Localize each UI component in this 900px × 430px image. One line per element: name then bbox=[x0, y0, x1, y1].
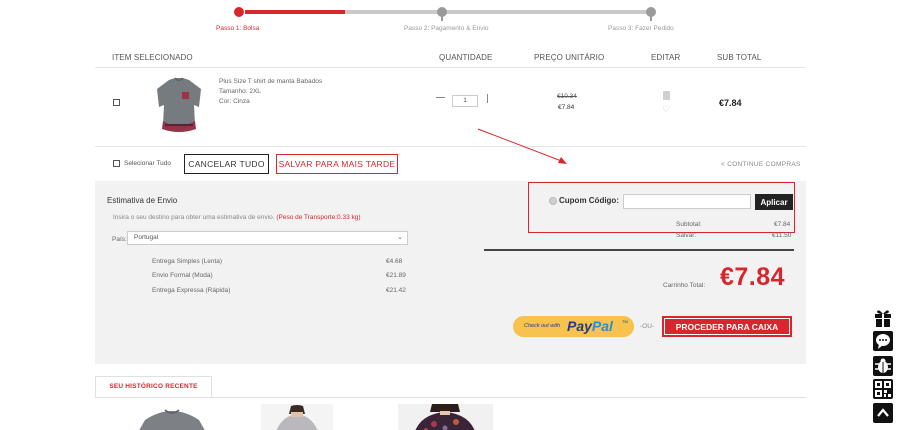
history-product-image[interactable] bbox=[261, 404, 333, 430]
header-item: ITEM SELECIONADO bbox=[112, 53, 193, 62]
tab-recent-history[interactable]: SEU HISTÓRICO RECENTE bbox=[95, 376, 212, 398]
history-product-image[interactable] bbox=[398, 404, 493, 430]
product-color: Cor: Cinza bbox=[219, 98, 250, 105]
product-image[interactable] bbox=[155, 77, 203, 133]
step-1-label: Passo 1: Bolsa bbox=[216, 25, 260, 32]
shipping-weight: (Peso de Transporte:0.33 kg) bbox=[276, 214, 361, 221]
price-original: €10.34 bbox=[557, 93, 577, 100]
gift-icon-glyph bbox=[875, 310, 891, 327]
step-1-marker bbox=[234, 7, 244, 17]
progress-bar-remaining bbox=[345, 10, 651, 14]
paypal-tm: TM bbox=[622, 319, 628, 324]
coupon-label: Cupom Código: bbox=[559, 196, 619, 205]
shipping-option-price: €4.68 bbox=[386, 258, 403, 265]
chevron-down-icon: ⌄ bbox=[397, 234, 403, 241]
product-size: Tamanho: 2XL bbox=[219, 88, 261, 95]
select-all-checkbox[interactable] bbox=[113, 160, 120, 167]
coupon-input[interactable] bbox=[623, 194, 751, 209]
select-all-label[interactable]: Selecionar Tudo bbox=[124, 160, 171, 167]
chat-icon[interactable] bbox=[873, 331, 893, 351]
bug-icon-glyph bbox=[875, 358, 891, 373]
chat-icon-glyph bbox=[876, 334, 890, 349]
shipping-option-price: €21.42 bbox=[386, 287, 406, 294]
product-name[interactable]: Plus Size T shirt de manta Babados bbox=[219, 77, 322, 87]
summary-divider bbox=[484, 249, 794, 251]
paypal-brand-b: Pal bbox=[591, 318, 613, 334]
history-divider bbox=[95, 397, 806, 398]
price-current: €7.84 bbox=[558, 104, 575, 111]
subtotal-label: Subtotal: bbox=[676, 221, 702, 228]
cart-total-label: Carrinho Total: bbox=[663, 282, 706, 289]
coupon-radio[interactable] bbox=[549, 197, 557, 205]
heart-icon[interactable]: ♡ bbox=[662, 105, 670, 114]
paypal-small-text: Check out with bbox=[524, 323, 561, 329]
quantity-minus-button[interactable] bbox=[436, 97, 445, 98]
step-2-label: Passo 2: Pagamento & Envio bbox=[404, 25, 489, 32]
saved-value: €11.50 bbox=[772, 232, 792, 239]
arrow-up-icon-glyph bbox=[877, 408, 889, 417]
progress-bar-filled bbox=[245, 10, 345, 14]
bug-icon[interactable] bbox=[873, 356, 893, 376]
qr-code-icon[interactable] bbox=[873, 379, 893, 399]
paypal-logo: PayPal bbox=[567, 318, 613, 334]
header-edit: EDITAR bbox=[651, 53, 681, 62]
step-3-label: Passo 3: Fazer Pedido bbox=[608, 25, 674, 32]
step-2-pin bbox=[441, 15, 443, 21]
quantity-input[interactable]: 1 bbox=[452, 95, 478, 107]
header-quantity: QUANTIDADE bbox=[439, 53, 493, 62]
apply-coupon-button[interactable]: Aplicar bbox=[755, 194, 793, 210]
shipping-desc-text: Insira o seu destino para obter uma esti… bbox=[113, 214, 275, 221]
header-subtotal: SUB TOTAL bbox=[717, 53, 762, 62]
shipping-option-name: Envio Formal (Moda) bbox=[152, 272, 213, 279]
paypal-brand-a: Pay bbox=[567, 318, 592, 334]
trash-icon[interactable] bbox=[663, 91, 670, 100]
history-product-image[interactable] bbox=[133, 404, 211, 430]
cart-total-value: €7.84 bbox=[720, 263, 786, 291]
product-info: Plus Size T shirt de manta Babados Taman… bbox=[219, 77, 322, 107]
item-subtotal: €7.84 bbox=[719, 98, 742, 108]
country-select[interactable]: Portugal ⌄ bbox=[127, 231, 408, 245]
shipping-option-name: Entrega Simples (Lenta) bbox=[152, 258, 223, 265]
item-checkbox[interactable] bbox=[113, 99, 120, 106]
qr-code-icon-glyph bbox=[875, 381, 891, 397]
country-label: País: bbox=[112, 236, 127, 243]
header-unit-price: PREÇO UNITÁRIO bbox=[534, 53, 605, 62]
subtotal-value: €7.84 bbox=[774, 221, 791, 228]
arrow-up-icon[interactable] bbox=[873, 403, 893, 423]
or-separator: -OU- bbox=[640, 323, 655, 330]
saved-label: Salvar: bbox=[676, 232, 697, 239]
gift-icon[interactable] bbox=[873, 308, 893, 328]
cancel-all-button[interactable]: CANCELAR TUDO bbox=[184, 154, 269, 174]
paypal-checkout-button[interactable]: Check out with PayPal TM bbox=[513, 316, 634, 337]
proceed-to-checkout-button[interactable]: PROCEDER PARA CAIXA bbox=[662, 316, 792, 337]
shipping-description: Insira o seu destino para obter uma esti… bbox=[113, 214, 361, 221]
save-for-later-button[interactable]: SALVAR PARA MAIS TARDE bbox=[276, 154, 398, 174]
step-3-pin bbox=[650, 15, 652, 21]
shipping-option-name: Entrega Expressa (Rápida) bbox=[152, 287, 231, 294]
shipping-option-price: €21.89 bbox=[386, 272, 406, 279]
annotation-arrow bbox=[477, 128, 567, 164]
header-divider bbox=[95, 67, 806, 68]
shipping-title: Estimativa de Envio bbox=[107, 196, 178, 205]
country-value: Portugal bbox=[134, 234, 159, 241]
continue-shopping-link[interactable]: < CONTINUE COMPRAS bbox=[721, 161, 801, 168]
item-divider bbox=[95, 146, 806, 147]
quantity-plus-button[interactable] bbox=[487, 94, 488, 103]
